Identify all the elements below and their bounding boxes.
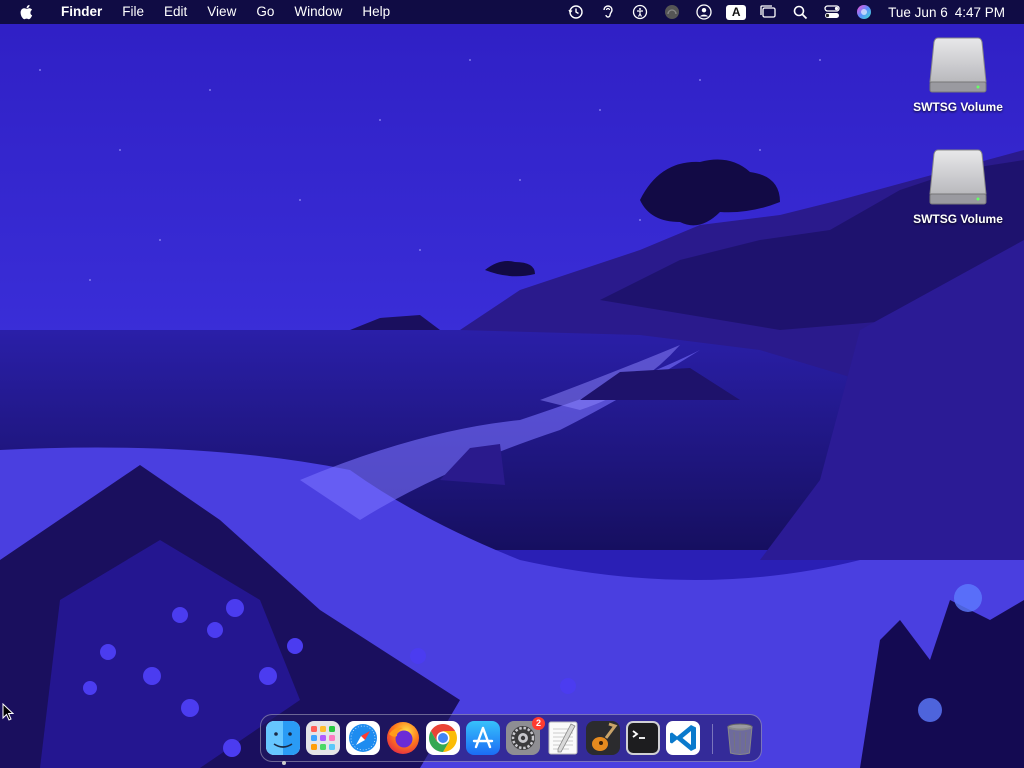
dock-vscode[interactable] [665, 720, 701, 756]
notification-badge: 2 [532, 717, 545, 730]
menu-help[interactable]: Help [352, 0, 400, 24]
desktop-volume-icon-1[interactable]: SWTSG Volume [903, 34, 1013, 114]
hearing-icon[interactable] [597, 0, 619, 24]
menu-view[interactable]: View [197, 0, 246, 24]
chrome-icon [426, 721, 460, 755]
dock-app-store[interactable] [465, 720, 501, 756]
clock-date: Tue Jun 6 [888, 4, 948, 20]
safari-icon [346, 721, 380, 755]
finder-icon [266, 721, 300, 755]
dock-terminal[interactable] [625, 720, 661, 756]
menu-file[interactable]: File [112, 0, 154, 24]
dock-firefox[interactable] [385, 720, 421, 756]
running-indicator [282, 761, 286, 765]
dock-divider [712, 724, 713, 754]
control-center-icon[interactable] [821, 0, 843, 24]
time-machine-icon[interactable] [565, 0, 587, 24]
desktop-volume-icon-2[interactable]: SWTSG Volume [903, 146, 1013, 226]
dock-textedit[interactable] [545, 720, 581, 756]
desktop-icon-label: SWTSG Volume [913, 212, 1003, 226]
mouse-cursor-icon [2, 703, 14, 721]
dock-finder[interactable] [265, 720, 301, 765]
app-store-icon [466, 721, 500, 755]
clock-time: 4:47 PM [954, 4, 1005, 20]
menu-go[interactable]: Go [246, 0, 284, 24]
trash-icon [727, 723, 753, 755]
apple-logo-icon[interactable] [17, 2, 37, 22]
dock-garageband[interactable] [585, 720, 621, 756]
textedit-icon [548, 721, 578, 755]
desktop-wallpaper [0, 0, 1024, 768]
garageband-icon [586, 721, 620, 755]
dock-safari[interactable] [345, 720, 381, 756]
dock-system-settings[interactable]: 2 [505, 717, 545, 756]
spotlight-search-icon[interactable] [789, 0, 811, 24]
menu-window[interactable]: Window [284, 0, 352, 24]
hard-drive-icon [929, 37, 987, 93]
launchpad-icon [306, 721, 340, 755]
user-icon[interactable] [693, 0, 715, 24]
dock-chrome[interactable] [425, 720, 461, 756]
input-source-label: A [726, 4, 747, 20]
siri-icon[interactable] [853, 0, 875, 24]
menu-bar-clock[interactable]: Tue Jun 6 4:47 PM [888, 5, 1005, 20]
dock-launchpad[interactable] [305, 720, 341, 756]
dock-trash[interactable] [722, 720, 758, 756]
stage-manager-icon[interactable] [757, 0, 779, 24]
input-source-icon[interactable]: A [725, 0, 747, 24]
menu-bar: Finder File Edit View Go Window Help A T… [0, 0, 1024, 24]
hard-drive-icon [929, 149, 987, 205]
menu-edit[interactable]: Edit [154, 0, 197, 24]
screen-mirroring-icon[interactable] [661, 0, 683, 24]
dock: 2 [260, 714, 762, 765]
desktop-icon-label: SWTSG Volume [913, 100, 1003, 114]
accessibility-icon[interactable] [629, 0, 651, 24]
vscode-icon [666, 721, 700, 755]
firefox-icon [387, 722, 419, 754]
menu-finder[interactable]: Finder [51, 0, 112, 24]
terminal-icon [626, 721, 660, 755]
